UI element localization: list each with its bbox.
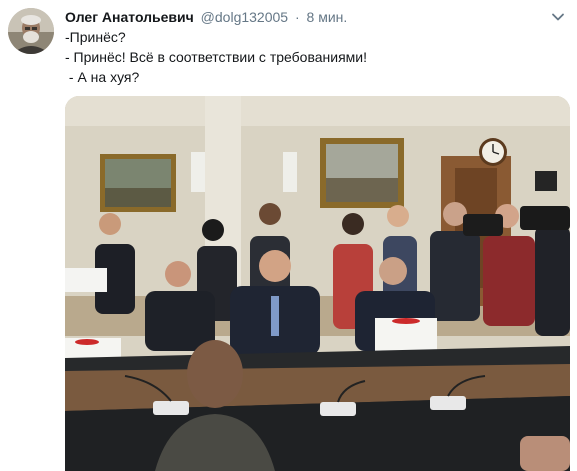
painting-right xyxy=(320,138,404,208)
tweet-text-line: - Принёс! Всё в соответствии с требовани… xyxy=(65,49,367,65)
painting-left xyxy=(100,154,176,212)
wall-clock xyxy=(479,138,507,166)
avatar-image xyxy=(8,8,54,54)
tweet-text-line: -Принёс? xyxy=(65,29,126,45)
tweet-photo[interactable] xyxy=(65,96,570,471)
separator-dot: · xyxy=(294,9,300,25)
tweet-text-line: - А на хуя? xyxy=(65,69,140,85)
photo-scene xyxy=(65,96,570,471)
avatar[interactable] xyxy=(8,8,54,54)
author-handle[interactable]: @dolg132005 xyxy=(201,9,288,25)
tweet-text: -Принёс? - Принёс! Всё в соответствии с … xyxy=(65,27,565,87)
tweet[interactable]: Олег Анатольевич @dolg132005 · 8 мин. -П… xyxy=(0,0,577,471)
author-name[interactable]: Олег Анатольевич xyxy=(65,9,194,25)
tweet-header: Олег Анатольевич @dolg132005 · 8 мин. xyxy=(65,8,547,26)
chevron-down-icon[interactable] xyxy=(551,10,565,24)
timestamp[interactable]: 8 мин. xyxy=(307,9,348,25)
